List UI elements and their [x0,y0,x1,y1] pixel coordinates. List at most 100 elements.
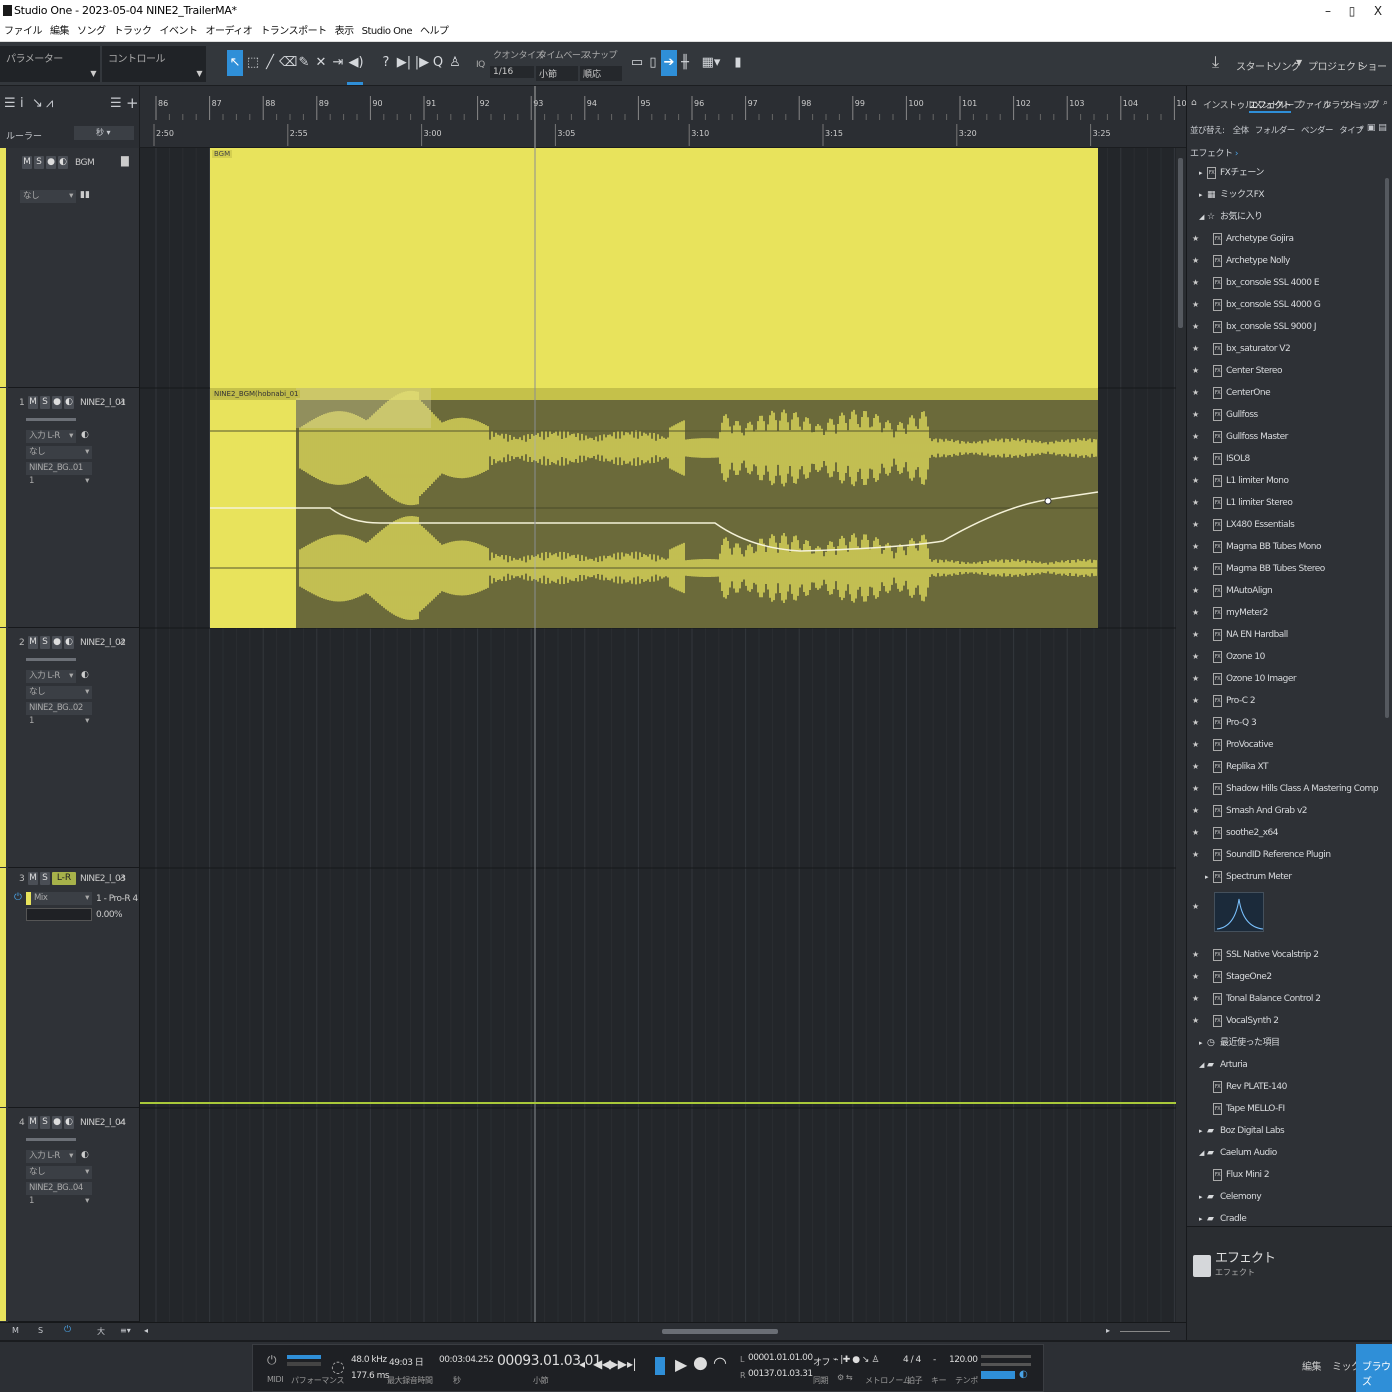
track-header-bgm[interactable]: M S ● ◐ BGM ▇ なし ▾ ▮▮ [0,148,139,388]
menu-item[interactable]: ソング [73,22,110,42]
solo-all-button[interactable]: S [38,1326,43,1335]
favorite-plugin[interactable]: ▸ FX Spectrum Meter [1187,866,1383,888]
favorite-plugin[interactable]: ★ FX L1 limiter Stereo [1187,492,1383,514]
control-dropdown[interactable]: コントロール ▼ [102,46,206,82]
folder-favorites[interactable]: ◢ ☆ お気に入り [1187,206,1383,228]
expand-icon[interactable]: ▸ [1199,1186,1203,1208]
track-header-3[interactable]: 3 M S L-R NINE2_l_03 ⩘ ⏻ Mix ▾ 1 - Pro-R … [0,868,139,1108]
favorite-star-icon[interactable]: ★ [1192,316,1199,338]
tab-browse[interactable]: ブラウズ [1362,1358,1392,1388]
favorite-plugin[interactable]: ★ FX Replika XT [1187,756,1383,778]
snap-edge-icon[interactable]: ╫ [677,50,693,76]
favorite-star-icon[interactable]: ★ [1192,602,1199,624]
favorite-star-icon[interactable]: ★ [1192,514,1199,536]
folder-input-select[interactable]: なし ▾ [20,190,76,203]
favorite-plugin[interactable]: ★ FX bx_console SSL 4000 G [1187,294,1383,316]
master-knob-icon[interactable]: ◐ [1019,1369,1028,1380]
output-select[interactable]: NINE2_BG..01 1 ▾ [26,462,92,486]
menu-item[interactable]: ファイル [0,22,46,42]
favorite-star-icon[interactable]: ★ [1192,902,1199,911]
record-button[interactable]: ● [52,396,62,409]
fx-input-select[interactable]: Mix ▾ [26,892,92,905]
follow-icon[interactable]: |▶ [414,50,430,76]
favorite-plugin[interactable]: ★ FX SoundID Reference Plugin [1187,844,1383,866]
plugin-item[interactable]: FX Flux Mini 2 [1187,1164,1383,1186]
solo-button[interactable]: S [34,156,44,169]
favorite-plugin[interactable]: ★ FX Smash And Grab v2 [1187,800,1383,822]
collapse-icon[interactable]: ◢ [1199,206,1204,228]
mute-all-button[interactable]: M [12,1326,19,1335]
favorite-star-icon[interactable]: ★ [1192,756,1199,778]
track-header-4[interactable]: 4 M S ● ◐ NINE2_l_04 ⩘ 入力 L-R ▾ ◐ なし ▾ NIN… [0,1108,139,1322]
maximize-button[interactable]: ▯ [1340,2,1364,20]
listen-tool-icon[interactable]: ◀) [348,50,364,76]
project-button[interactable]: プロジェクト [1308,58,1366,73]
volume-slider[interactable] [26,1138,76,1141]
add-track-icon[interactable]: + [126,94,139,112]
favorite-plugin[interactable]: ★ FX ProVocative [1187,734,1383,756]
tab-edit[interactable]: 編集 [1302,1358,1322,1373]
snap-event-icon[interactable]: ▯ [645,50,661,76]
list-icon[interactable]: ☰ [4,96,16,111]
volume-slider[interactable] [26,658,76,661]
mute-button[interactable]: M [28,636,38,649]
menu-item[interactable]: オーディオ [202,22,257,42]
volume-slider[interactable] [26,418,76,421]
help-icon[interactable]: ? [378,50,394,76]
filter-icons[interactable]: ⌕ ▣ ▤ [1359,123,1387,133]
favorite-star-icon[interactable]: ★ [1192,778,1199,800]
folder-icon[interactable]: ▇ [121,156,129,167]
monitor-select[interactable]: なし ▾ [26,686,92,699]
favorite-plugin[interactable]: ★ FX SSL Native Vocalstrip 2 [1187,944,1383,966]
close-button[interactable]: X [1366,2,1390,20]
tab-more[interactable]: プ [1367,98,1376,111]
search-icon[interactable]: ⌕ [1383,98,1388,108]
send-level-slider[interactable] [26,908,92,921]
scroll-left-icon[interactable]: ◂ [144,1326,148,1335]
expand-icon[interactable]: ▸ [1199,1032,1203,1054]
power-icon[interactable]: ⏻ [14,892,22,903]
favorite-star-icon[interactable]: ★ [1192,536,1199,558]
eraser-tool-icon[interactable]: ⌫ [279,50,297,76]
show-button[interactable]: ショー [1358,58,1387,73]
favorite-plugin[interactable]: ★ FX soothe2_x64 [1187,822,1383,844]
favorite-star-icon[interactable]: ★ [1192,822,1199,844]
favorite-plugin[interactable]: ★ FX Ozone 10 Imager [1187,668,1383,690]
expand-icon[interactable]: ▸ [1199,162,1203,184]
layout-icon[interactable]: ▦▾ [700,50,722,76]
output-select[interactable]: NINE2_BG..04 1 ▾ [26,1182,92,1206]
favorite-star-icon[interactable]: ★ [1192,448,1199,470]
timeline-ruler[interactable]: 86 87 88 89 90 91 92 93 94 95 96 97 98 99 100 101 102 103… [140,86,1186,148]
list-icon[interactable]: ≡▾ [120,1326,131,1335]
forward-icon[interactable]: ▶▶ [609,1357,627,1371]
home-icon[interactable]: ⌂ [1191,98,1197,108]
mute-button[interactable]: M [28,396,38,409]
mute-button[interactable]: M [28,872,38,885]
arrow-tool-icon[interactable]: ↖ [227,50,243,76]
track-menu-icon[interactable]: ☰ [110,96,122,111]
favorite-star-icon[interactable]: ★ [1192,712,1199,734]
track-name[interactable]: BGM [75,158,95,168]
favorite-star-icon[interactable]: ★ [1192,668,1199,690]
mute-button[interactable]: M [22,156,32,169]
favorite-plugin[interactable]: ★ FX Pro-Q 3 [1187,712,1383,734]
minimize-button[interactable]: – [1316,2,1340,20]
favorite-plugin[interactable]: ★ FX Magma BB Tubes Mono [1187,536,1383,558]
input-select[interactable]: 入力 L-R ▾ [26,670,76,683]
waveform-icon[interactable]: ⩘ [119,396,125,407]
key-value[interactable]: - [933,1355,936,1365]
play-icon[interactable]: ▶ [675,1355,687,1374]
split-tool-icon[interactable]: ╱ [262,50,278,76]
parameter-dropdown[interactable]: パラメーター ▼ [0,46,100,82]
favorite-star-icon[interactable]: ★ [1192,844,1199,866]
record-button[interactable]: ● [52,636,62,649]
horizontal-scroll-thumb[interactable] [662,1329,778,1334]
snap-cursor-icon[interactable]: ➔ [661,50,677,76]
loop-button[interactable] [655,1357,665,1375]
monitor-button[interactable]: ◐ [64,396,74,409]
plugin-item[interactable]: FX Rev PLATE-140 [1187,1076,1383,1098]
track-header-1[interactable]: 1 M S ● ◐ NINE2_l_01 ⩘ 入力 L-R ▾ ◐ なし ▾ NIN… [0,388,139,628]
expand-icon[interactable]: ▸ [1199,184,1203,206]
vendor-folder[interactable]: ▸ ▰ Boz Digital Labs [1187,1120,1383,1142]
favorite-star-icon[interactable]: ★ [1192,382,1199,404]
